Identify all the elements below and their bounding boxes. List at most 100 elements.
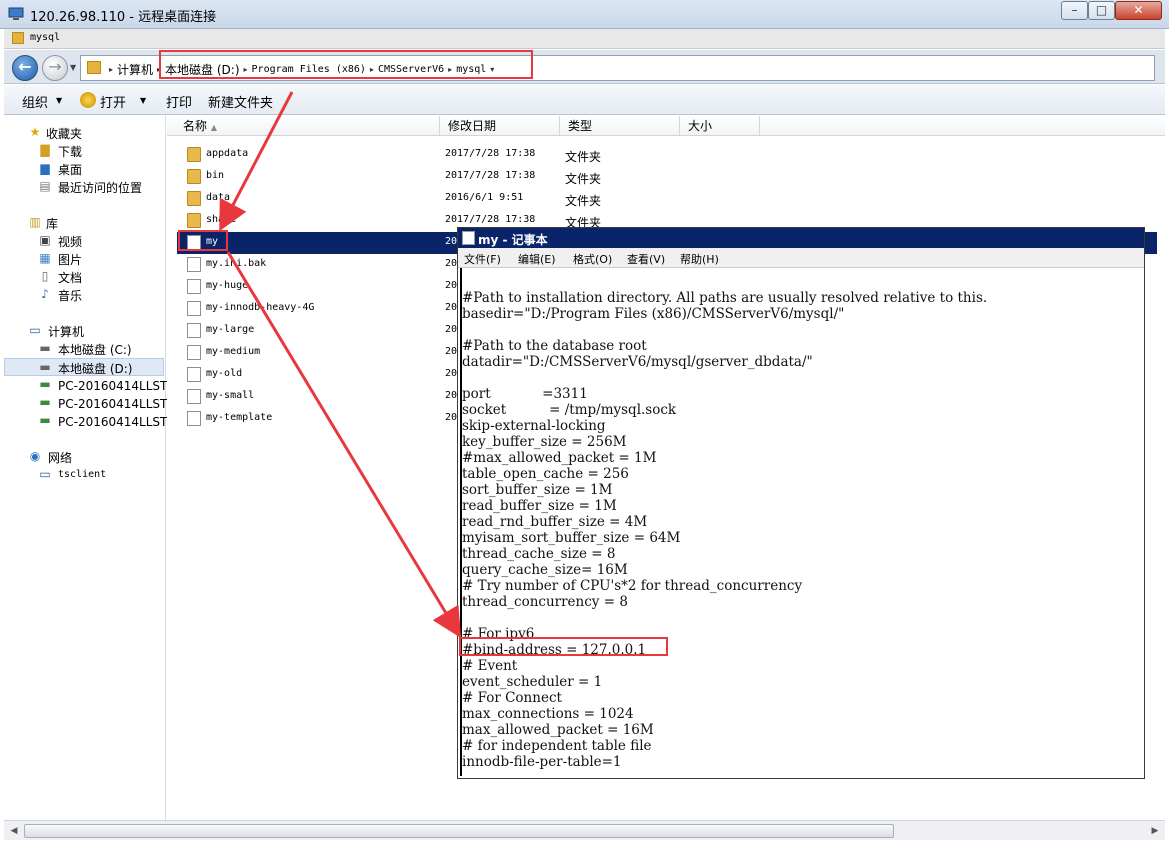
menu-view[interactable]: 查看(V)	[627, 251, 665, 267]
nav-label: 本地磁盘 (D:)	[58, 362, 133, 376]
file-icon	[187, 257, 201, 272]
computer-icon: ▭	[39, 467, 51, 481]
nav-label: 收藏夹	[46, 127, 83, 141]
file-name: my-template	[206, 412, 273, 423]
file-icon	[187, 411, 201, 426]
menu-format[interactable]: 格式(O)	[573, 251, 612, 267]
minimize-button[interactable]: –	[1061, 1, 1088, 20]
desktop-icon: ▆	[40, 161, 50, 175]
file-name: share	[206, 214, 237, 225]
menu-edit[interactable]: 编辑(E)	[518, 251, 556, 267]
column-header-size[interactable]: 大小	[680, 116, 760, 136]
nav-label: PC-20160414LLST 上	[58, 397, 184, 411]
network-drive-icon: ▬	[39, 377, 51, 391]
drive-icon: ▬	[39, 341, 51, 355]
file-name: bin	[206, 170, 225, 181]
chevron-down-icon[interactable]: ▼	[56, 96, 62, 105]
file-date: 2017/7/28 17:38	[445, 148, 536, 159]
file-date: 2017/7/28 17:38	[445, 170, 536, 181]
maximize-button[interactable]: □	[1088, 1, 1115, 20]
file-icon	[187, 301, 201, 316]
file-row[interactable]: appdata 2017/7/28 17:38 文件夹	[177, 144, 1157, 166]
notepad-title: my - 记事本	[478, 233, 548, 247]
column-header-type[interactable]: 类型	[560, 116, 680, 136]
file-row[interactable]: bin 2017/7/28 17:38 文件夹	[177, 166, 1157, 188]
back-button[interactable]: ←	[12, 55, 38, 81]
notepad-text-area[interactable]: #Path to installation directory. All pat…	[462, 274, 1140, 776]
breadcrumb-annotation-box	[159, 50, 533, 79]
file-name: appdata	[206, 148, 249, 159]
menu-help[interactable]: 帮助(H)	[680, 251, 719, 267]
recent-places-icon: ▤	[39, 179, 51, 193]
column-header-date[interactable]: 修改日期	[440, 116, 560, 136]
documents-icon: ▯	[41, 269, 49, 283]
pictures-icon: ▦	[39, 251, 51, 265]
column-headers: 名称 ▲ 修改日期 类型 大小	[167, 116, 1165, 136]
explorer-titlebar: mysql	[4, 29, 1165, 49]
file-name: my.ini.bak	[206, 258, 267, 269]
file-type: 文件夹	[565, 194, 602, 208]
open-icon[interactable]	[80, 92, 96, 108]
rdp-titlebar: 120.26.98.110 - 远程桌面连接 – □ ✕	[0, 0, 1169, 29]
scroll-right-icon[interactable]: ▶	[1147, 823, 1163, 839]
notepad-titlebar: my - 记事本	[458, 228, 1144, 248]
file-annotation-box	[178, 230, 228, 251]
file-row[interactable]: data 2016/6/1 9:51 文件夹	[177, 188, 1157, 210]
file-name: my-huge	[206, 280, 249, 291]
toolbar: 组织 ▼ 打开 ▼ 打印 新建文件夹	[4, 85, 1165, 115]
breadcrumb-computer[interactable]: 计算机	[117, 61, 153, 78]
downloads-icon: ▇	[40, 143, 50, 157]
column-header-name[interactable]: 名称 ▲	[175, 116, 440, 136]
nav-label: 视频	[58, 235, 83, 249]
nav-label: 计算机	[48, 325, 85, 339]
scroll-left-icon[interactable]: ◀	[6, 823, 22, 839]
nav-label: 桌面	[58, 163, 83, 177]
library-icon: ▥	[29, 215, 41, 229]
network-icon: ◉	[29, 449, 41, 463]
music-icon: ♪	[41, 287, 49, 301]
network-drive-icon: ▬	[39, 413, 51, 427]
file-icon	[187, 389, 201, 404]
file-name: my-old	[206, 368, 243, 379]
folder-icon	[187, 213, 201, 228]
nav-label: PC-20160414LLST 上	[58, 379, 184, 393]
file-icon	[187, 279, 201, 294]
nav-label: 本地磁盘 (C:)	[58, 343, 132, 357]
file-date: 2016/6/1 9:51	[445, 192, 524, 203]
menu-file[interactable]: 文件(F)	[464, 251, 501, 267]
folder-icon	[87, 61, 101, 74]
nav-label: 下载	[58, 145, 83, 159]
navigation-pane: ★ 收藏夹 ▇ 下载 ▆ 桌面 ▤ 最近访问的位置 ▥ 库 ▣ 视频 ▦ 图片 …	[4, 116, 183, 820]
file-type: 文件夹	[565, 172, 602, 186]
notepad-window: my - 记事本 文件(F) 编辑(E) 格式(O) 查看(V) 帮助(H) #…	[457, 227, 1145, 779]
nav-label: tsclient	[58, 469, 107, 480]
drive-icon: ▬	[39, 360, 51, 374]
folder-icon	[187, 191, 201, 206]
notepad-icon	[462, 231, 475, 245]
scrollbar-thumb[interactable]	[24, 824, 894, 838]
chevron-down-icon[interactable]: ▼	[70, 63, 76, 72]
folder-icon	[187, 147, 201, 162]
bind-address-annotation-box	[459, 637, 668, 656]
nav-label: 最近访问的位置	[58, 181, 143, 195]
file-name: my-innodb-heavy-4G	[206, 302, 315, 313]
folder-icon	[12, 32, 24, 44]
horizontal-scrollbar[interactable]: ◀ ▶	[4, 820, 1165, 840]
chevron-down-icon[interactable]: ▼	[140, 96, 146, 105]
nav-label: 库	[46, 217, 59, 231]
nav-label: 图片	[58, 253, 83, 267]
print-button[interactable]: 打印	[166, 92, 192, 111]
nav-drive-d[interactable]: ▬ 本地磁盘 (D:)	[4, 358, 164, 376]
new-folder-button[interactable]: 新建文件夹	[208, 92, 273, 111]
open-button[interactable]: 打开	[100, 92, 126, 111]
column-label: 名称	[183, 119, 208, 133]
remote-desktop-icon	[8, 7, 24, 20]
organize-button[interactable]: 组织	[22, 92, 48, 111]
file-type: 文件夹	[565, 150, 602, 164]
close-button[interactable]: ✕	[1115, 1, 1162, 20]
chevron-right-icon[interactable]: ▸	[109, 65, 113, 74]
sort-ascending-icon: ▲	[210, 123, 217, 132]
video-icon: ▣	[39, 233, 51, 247]
forward-button[interactable]: →	[42, 55, 68, 81]
nav-label: 文档	[58, 271, 83, 285]
